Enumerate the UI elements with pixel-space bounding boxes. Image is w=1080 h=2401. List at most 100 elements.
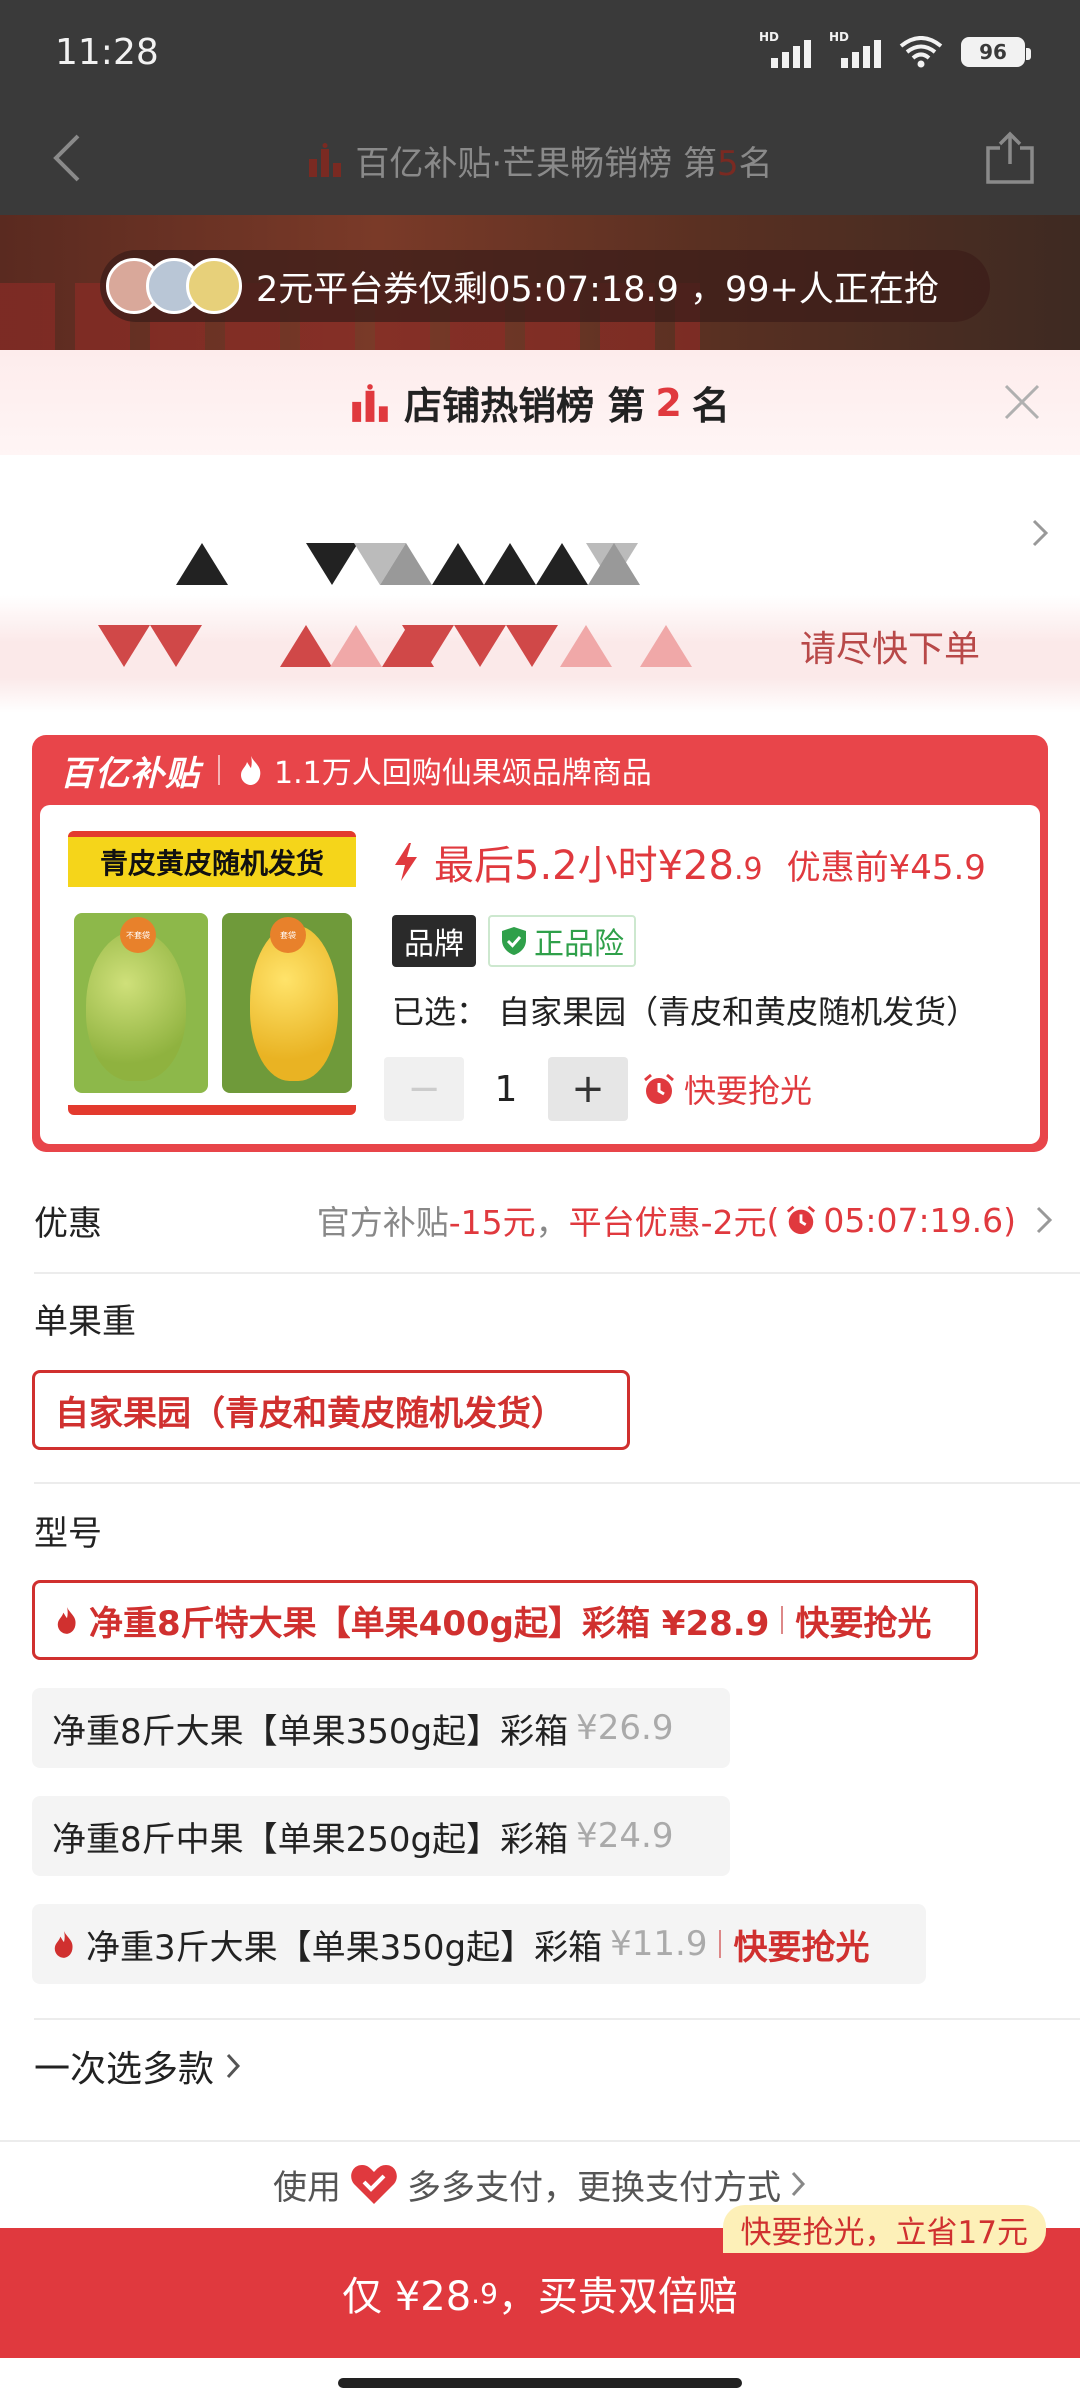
divider: [34, 1482, 1080, 1484]
hurry-tag: 快要抢光: [795, 1603, 932, 1644]
pay-prefix: 使用: [273, 2167, 341, 2208]
divider: [218, 755, 220, 785]
divider: [719, 1930, 722, 1958]
discount-label: 优惠: [34, 1203, 102, 1244]
status-time: 11:28: [55, 32, 159, 73]
shop-rank-prefix: 店铺热销榜 第: [404, 384, 646, 428]
product-info: 青皮黄皮随机发货 不套袋 套袋 最后5.2小时¥28.9 优惠前¥45.9 品牌…: [40, 805, 1040, 1144]
share-icon[interactable]: [978, 126, 1042, 190]
model-option-label: 净重3斤大果【单果350g起】彩箱: [86, 1927, 603, 1968]
close-icon[interactable]: [998, 378, 1046, 426]
weight-section-label: 单果重: [34, 1302, 136, 1342]
multi-select-label: 一次选多款: [34, 2049, 215, 2090]
shield-check-icon: [502, 927, 526, 955]
divider: [34, 2018, 1080, 2020]
official-subsidy-label: 官方补贴: [316, 1203, 449, 1242]
ranking-bar-icon: [309, 143, 342, 177]
nav-bar: 百亿补贴·芒果畅销榜 第5名: [0, 108, 1080, 215]
save-amount-tag: 快要抢光，立省17元: [722, 2205, 1046, 2253]
comma: ，: [535, 1203, 569, 1242]
shop-rank-bar[interactable]: 店铺热销榜 第2名: [0, 350, 1080, 455]
chevron-right-icon: [1036, 1206, 1053, 1234]
decrease-button[interactable]: −: [384, 1057, 464, 1121]
coupon-text: 2元平台券仅剩05:07:18.9 ，99+人正在抢: [256, 269, 939, 310]
selected-variant: 已选： 自家果园（青皮和黄皮随机发货）: [392, 993, 979, 1031]
alarm-clock-icon: [644, 1073, 674, 1104]
nav-title-suffix: 名: [738, 144, 773, 184]
buy-price-decimal: .9: [471, 2276, 498, 2310]
model-option-price: ¥11.9: [610, 1924, 708, 1964]
coupon-countdown-pill[interactable]: 2元平台券仅剩05:07:18.9 ，99+人正在抢: [100, 250, 990, 322]
lightning-icon: [395, 843, 417, 881]
flame-icon: [241, 756, 261, 785]
avatar-group: [106, 258, 242, 314]
paren: ): [1003, 1200, 1016, 1240]
original-price: 优惠前¥45.9: [786, 848, 986, 888]
chevron-right-icon: [226, 2053, 241, 2079]
stock-hint: 快要抢光: [642, 1066, 812, 1112]
status-bar: 11:28 HD HD 96: [0, 0, 1080, 108]
hurry-order-text: 请尽快下单: [800, 629, 981, 670]
model-option-label: 净重8斤大果【单果350g起】彩箱: [52, 1711, 569, 1752]
product-card: 百亿补贴 1.1万人回购仙果颂品牌商品 青皮黄皮随机发货 不套袋 套袋 最后5.…: [32, 735, 1048, 1152]
model-option-label: 净重8斤特大果【单果400g起】彩箱 ¥28.9: [89, 1603, 770, 1644]
model-option[interactable]: 净重8斤中果【单果250g起】彩箱 ¥24.9: [32, 1796, 730, 1876]
flame-icon: [54, 1931, 73, 1958]
wifi-icon: [899, 36, 943, 68]
nav-title-rank: 5: [716, 144, 739, 184]
official-subsidy-amount: -15元: [448, 1203, 536, 1242]
chevron-right-icon: [791, 2171, 806, 2197]
battery-icon: 96: [961, 37, 1031, 67]
quantity-value[interactable]: 1: [464, 1069, 548, 1110]
hurry-tag: 快要抢光: [733, 1927, 870, 1968]
home-indicator[interactable]: [338, 2378, 742, 2388]
shop-rank-suffix: 名: [691, 384, 730, 428]
discount-detail: 官方补贴 -15元，平台优惠-2元 ( 05:07:19.6): [317, 1196, 1016, 1244]
status-icons: HD HD 96: [759, 30, 1031, 68]
product-thumbnail[interactable]: 青皮黄皮随机发货 不套袋 套袋: [68, 831, 356, 1115]
badges: 品牌 正品险: [392, 915, 636, 967]
weight-option-selected[interactable]: 自家果园（青皮和黄皮随机发货）: [32, 1370, 630, 1450]
stock-hint-text: 快要抢光: [684, 1072, 813, 1110]
model-section-label: 型号: [34, 1514, 102, 1554]
alarm-clock-icon: [787, 1205, 816, 1235]
yellow-mango-image: 套袋: [222, 913, 352, 1093]
genuine-label: 正品险: [534, 927, 624, 962]
model-option-price: ¥24.9: [576, 1816, 674, 1856]
product-banner: 2元平台券仅剩05:07:18.9 ，99+人正在抢: [0, 215, 1080, 350]
model-option[interactable]: 净重3斤大果【单果350g起】彩箱 ¥11.9 快要抢光: [32, 1904, 926, 1984]
signal-icon: HD: [759, 30, 811, 68]
chevron-right-icon[interactable]: [1028, 513, 1052, 553]
flame-icon: [57, 1607, 76, 1634]
model-option-price: ¥26.9: [576, 1708, 674, 1748]
duoduo-pay-icon: [351, 2165, 397, 2204]
price-line: 最后5.2小时¥28.9 优惠前¥45.9: [392, 833, 986, 891]
paren: (: [766, 1200, 780, 1240]
current-price: 最后5.2小时¥28: [434, 843, 734, 889]
increase-button[interactable]: +: [548, 1057, 628, 1121]
divider: [781, 1606, 784, 1634]
ranking-bar-icon: [352, 383, 388, 422]
discount-timer: 05:07:19.6: [823, 1200, 1004, 1240]
buy-price: 仅 ¥28: [342, 2274, 472, 2320]
buy-guarantee: ，买贵双倍赔: [497, 2274, 738, 2320]
divider: [34, 1272, 1080, 1274]
model-option-selected[interactable]: 净重8斤特大果【单果400g起】彩箱 ¥28.9 快要抢光: [32, 1580, 978, 1660]
avatar: [186, 258, 242, 314]
subsidy-header: 百亿补贴 1.1万人回购仙果颂品牌商品: [32, 735, 1048, 805]
brand-badge: 品牌: [392, 915, 476, 967]
nav-title-prefix: 百亿补贴·芒果畅销榜 第: [355, 144, 717, 184]
current-price-decimal: .9: [733, 852, 763, 887]
platform-discount: 平台优惠-2元: [568, 1203, 767, 1242]
model-option[interactable]: 净重8斤大果【单果350g起】彩箱 ¥26.9: [32, 1688, 730, 1768]
repurchase-text: 1.1万人回购仙果颂品牌商品: [274, 756, 652, 791]
nav-title[interactable]: 百亿补贴·芒果畅销榜 第5名: [0, 136, 1080, 185]
thumbnail-title: 青皮黄皮随机发货: [68, 831, 356, 887]
divider: [0, 2140, 1080, 2142]
pay-text: 多多支付，更换支付方式: [407, 2167, 781, 2208]
green-mango-image: 不套袋: [74, 913, 208, 1093]
genuine-insurance-badge[interactable]: 正品险: [488, 915, 636, 967]
discount-row[interactable]: 优惠 官方补贴 -15元，平台优惠-2元 ( 05:07:19.6): [0, 1170, 1080, 1270]
multi-select-link[interactable]: 一次选多款: [34, 2040, 242, 2092]
quantity-stepper: − 1 + 快要抢光: [384, 1057, 812, 1121]
